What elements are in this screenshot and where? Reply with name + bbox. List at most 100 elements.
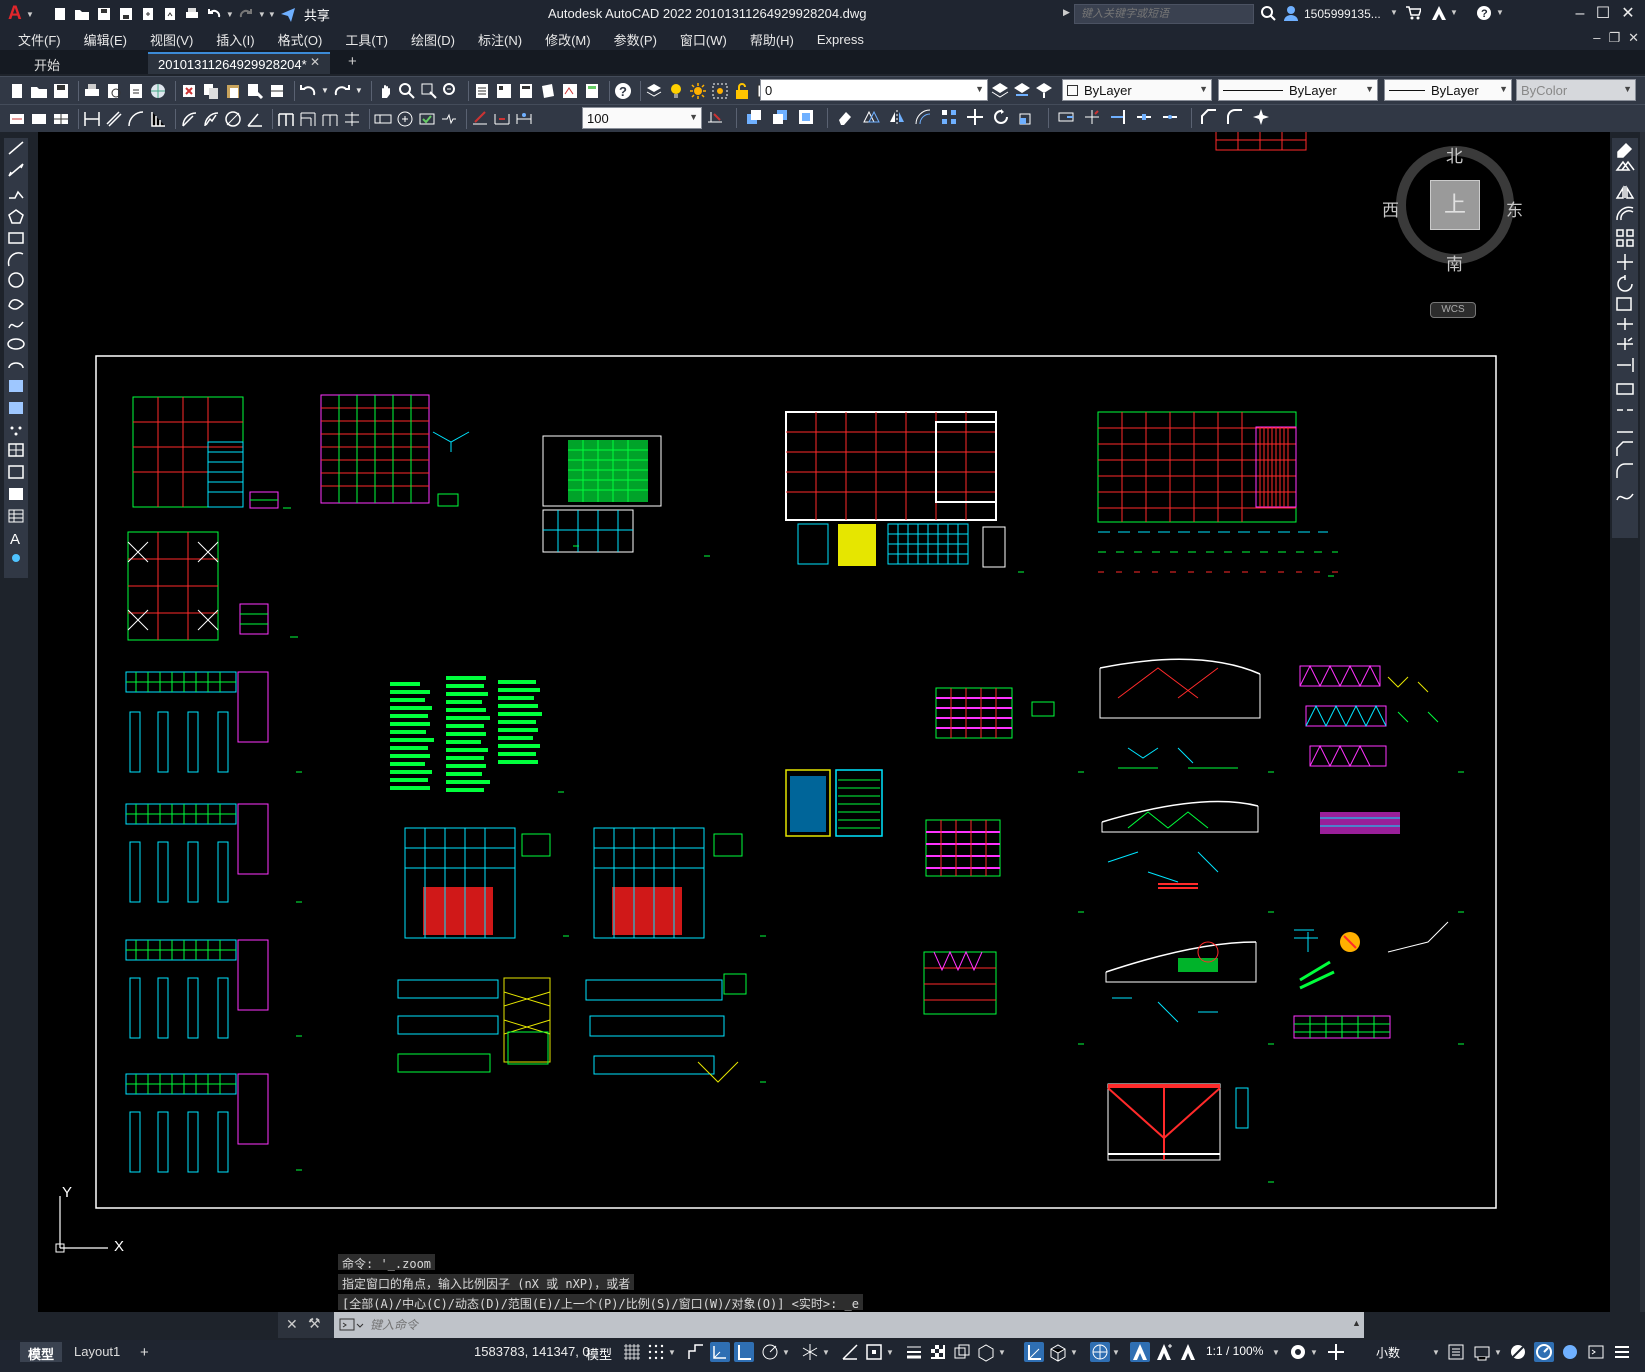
menu-parametric[interactable]: 参数(P)	[614, 30, 657, 49]
new-tab-button[interactable]: +	[348, 53, 357, 70]
gizmo-dropdown-icon[interactable]: ▼	[1112, 1348, 1120, 1357]
isolate-objects-icon[interactable]	[1508, 1342, 1528, 1362]
properties-icon[interactable]	[473, 82, 491, 100]
customization-menu-icon[interactable]	[1612, 1342, 1632, 1362]
paste-icon[interactable]	[224, 82, 242, 100]
publish-icon[interactable]	[127, 82, 145, 100]
selection-filter-icon[interactable]	[1048, 1342, 1068, 1362]
auto-scale-icon[interactable]	[1154, 1342, 1174, 1362]
infer-constraints-icon[interactable]	[686, 1342, 706, 1362]
annotation-scale-icon[interactable]	[1178, 1342, 1198, 1362]
extend-icon[interactable]	[1109, 108, 1127, 126]
dim-scale-combo[interactable]: 100 ▼	[582, 107, 702, 129]
share-label[interactable]: 共享	[304, 5, 330, 24]
color-dropdown-icon[interactable]: ▼	[1199, 84, 1208, 94]
menu-express[interactable]: Express	[817, 32, 864, 47]
transparency-icon[interactable]	[928, 1342, 948, 1362]
dynamic-ucs-icon[interactable]	[1024, 1342, 1044, 1362]
plotstyle-dropdown-icon[interactable]: ▼	[1623, 84, 1632, 94]
fullscreen-icon[interactable]	[1586, 1342, 1606, 1362]
lineweight-icon[interactable]	[904, 1342, 924, 1362]
share-icon[interactable]	[278, 4, 298, 24]
layer-thaw-sun-icon[interactable]	[689, 82, 707, 100]
3d-dwf-icon[interactable]	[149, 82, 167, 100]
plot-icon[interactable]	[182, 4, 202, 24]
dim-text-edit-icon[interactable]	[493, 110, 511, 128]
make-object-layer-current-icon[interactable]	[990, 80, 1010, 103]
workspace-dropdown-icon[interactable]: ▼	[1310, 1348, 1318, 1357]
match-properties-icon[interactable]	[246, 82, 264, 100]
dim-ordinate-icon[interactable]	[149, 110, 167, 128]
cursor-coordinates[interactable]: 1583783, 141347, 0	[474, 1344, 590, 1359]
tab-layout1[interactable]: Layout1	[66, 1342, 128, 1362]
layer-previous-icon[interactable]	[1012, 80, 1032, 103]
help-icon[interactable]: ?	[614, 82, 632, 100]
maximize-button[interactable]: ☐	[1593, 4, 1613, 24]
offset-icon[interactable]	[914, 108, 932, 126]
doc-close-button[interactable]: ✕	[1628, 30, 1639, 46]
design-center-icon[interactable]	[495, 82, 513, 100]
layer-on-bulb-icon[interactable]	[667, 82, 685, 100]
dim-radius-icon[interactable]	[180, 110, 198, 128]
zoom-previous-icon[interactable]	[442, 82, 460, 100]
save-as-icon[interactable]	[116, 4, 136, 24]
3d-snap-dropdown-icon[interactable]: ▼	[998, 1348, 1006, 1357]
workspace-gear-icon[interactable]	[1288, 1342, 1308, 1362]
grid-icon[interactable]	[622, 1342, 642, 1362]
add-layout-button[interactable]: +	[132, 1342, 157, 1362]
doc-minimize-button[interactable]: –	[1593, 30, 1600, 46]
clean-screen-icon[interactable]	[1560, 1342, 1580, 1362]
quick-properties-icon[interactable]	[1446, 1342, 1466, 1362]
chamfer-icon[interactable]	[1200, 108, 1218, 126]
doc-restore-button[interactable]: ❐	[1608, 30, 1620, 46]
dim-arc-icon[interactable]	[127, 110, 145, 128]
stretch-icon[interactable]	[1057, 108, 1075, 126]
layer-dropdown-icon[interactable]: ▼	[975, 84, 984, 94]
menu-format[interactable]: 格式(O)	[278, 30, 323, 49]
viewcube-east[interactable]: 东	[1506, 196, 1523, 221]
isodraft-dropdown-icon[interactable]: ▼	[822, 1348, 830, 1357]
inspect-icon[interactable]	[418, 110, 436, 128]
redo-dropdown-icon[interactable]: ▼	[355, 86, 363, 95]
drawing-viewport[interactable]	[38, 132, 1610, 1312]
save-icon[interactable]	[52, 82, 70, 100]
text-edit-icon[interactable]	[8, 110, 26, 128]
dim-continue-icon[interactable]	[321, 110, 339, 128]
dim-space-icon[interactable]	[343, 110, 361, 128]
tab-start[interactable]: 开始	[24, 52, 70, 74]
qnew-icon[interactable]	[8, 82, 26, 100]
break-icon[interactable]	[1135, 108, 1153, 126]
markup-icon[interactable]	[561, 82, 579, 100]
linetype-dropdown-icon[interactable]: ▼	[1365, 84, 1374, 94]
user-dropdown-icon[interactable]: ▼	[1390, 8, 1398, 17]
draw-order-above-icon[interactable]	[797, 108, 815, 126]
undo-icon[interactable]	[299, 82, 317, 100]
color-combo[interactable]: ByLayer ▼	[1062, 79, 1212, 101]
help-dropdown-icon[interactable]: ▼	[1496, 8, 1504, 17]
copy-object-icon[interactable]	[862, 108, 880, 126]
explode-icon[interactable]	[1252, 108, 1270, 126]
redo-icon[interactable]	[333, 82, 351, 100]
3d-object-snap-icon[interactable]	[976, 1342, 996, 1362]
drawing-canvas[interactable]: 上 北 南 东 西 WCS Y X	[38, 132, 1610, 1312]
menu-file[interactable]: 文件(F)	[18, 30, 61, 49]
menu-insert[interactable]: 插入(I)	[216, 30, 254, 49]
menu-help[interactable]: 帮助(H)	[750, 30, 794, 49]
plot-preview-icon[interactable]	[105, 82, 123, 100]
autodesk-a360-icon[interactable]	[1430, 5, 1448, 24]
menu-window[interactable]: 窗口(W)	[680, 30, 727, 49]
snap-mode-icon[interactable]	[646, 1342, 666, 1362]
isodraft-icon[interactable]	[800, 1342, 820, 1362]
wcs-menu-button[interactable]: WCS	[1430, 302, 1476, 318]
app-logo[interactable]: A	[8, 3, 26, 25]
dim-aligned-icon[interactable]	[105, 110, 123, 128]
annotation-monitor-plus-icon[interactable]	[1326, 1342, 1346, 1362]
dim-linear-icon[interactable]	[83, 110, 101, 128]
viewcube-south[interactable]: 南	[1446, 250, 1463, 275]
snap-dropdown-icon[interactable]: ▼	[668, 1348, 676, 1357]
units-dropdown-icon[interactable]: ▼	[1432, 1348, 1440, 1357]
sheet-set-icon[interactable]	[539, 82, 557, 100]
dim-jogged-icon[interactable]	[202, 110, 220, 128]
zoom-realtime-icon[interactable]	[398, 82, 416, 100]
dim-update-icon[interactable]	[515, 110, 533, 128]
